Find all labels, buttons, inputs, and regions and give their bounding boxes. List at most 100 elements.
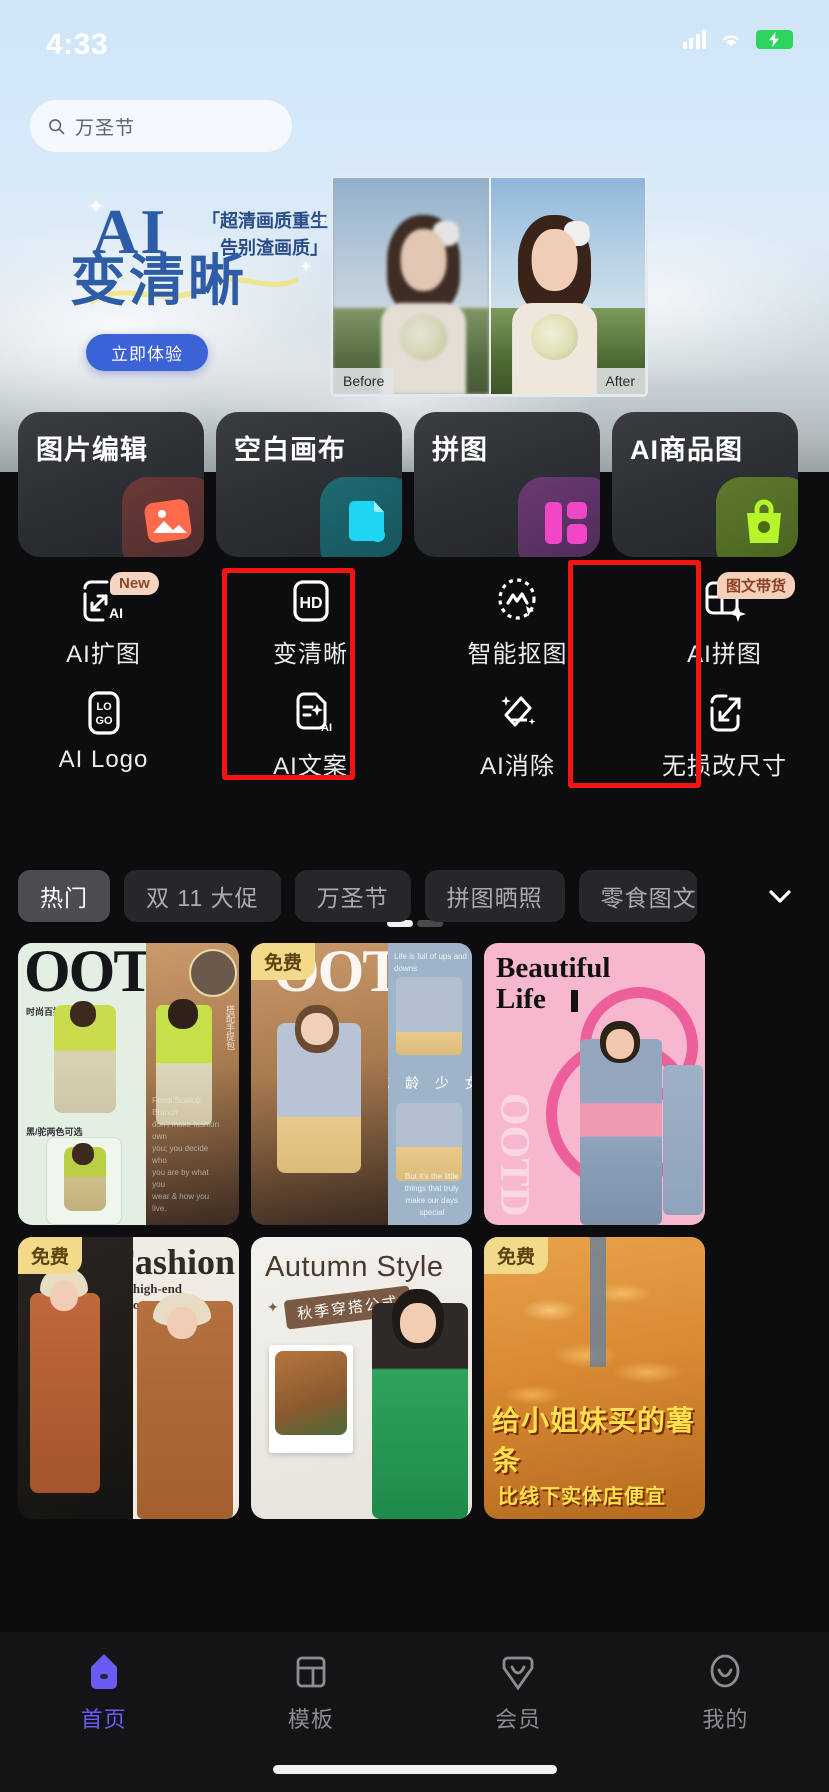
- template-title: Autumn Style: [265, 1251, 444, 1283]
- lossless-resize-icon: [700, 684, 750, 742]
- logo-icon: LO GO: [79, 684, 129, 742]
- free-badge: 免费: [251, 943, 316, 980]
- chip-snack-promo[interactable]: 零食图文带货: [578, 870, 697, 922]
- collage-icon: [518, 477, 600, 557]
- template-title-line2: Life: [496, 982, 546, 1015]
- tool-label: AI扩图: [66, 641, 141, 668]
- banner-before-after-image[interactable]: Before After: [330, 175, 648, 397]
- free-badge: 免费: [484, 1237, 549, 1274]
- template-title: Beautiful Life: [496, 953, 610, 1014]
- feature-card-collage[interactable]: 拼图: [414, 412, 600, 557]
- blank-canvas-icon: [320, 477, 402, 557]
- after-label: After: [595, 368, 645, 394]
- feature-card-ai-product[interactable]: AI商品图: [612, 412, 798, 557]
- home-icon: [90, 1654, 117, 1689]
- tool-label: AI拼图: [687, 641, 762, 668]
- svg-text:AI: AI: [109, 605, 123, 621]
- template-ghost-text: OOTD: [491, 1093, 537, 1217]
- tool-label: 无损改尺寸: [662, 753, 787, 780]
- tool-smart-cutout[interactable]: 智能抠图: [414, 566, 621, 678]
- feature-card-row: 图片编辑 空白画布 拼图 AI商品图: [18, 412, 798, 557]
- template-card[interactable]: 免费 Fashion high-end outerwear: [18, 1237, 239, 1519]
- tools-row-2: LO GO AI Logo AI AI文案 AI消除 无损改尺寸: [0, 678, 829, 790]
- sparkle-icon: ✦: [300, 258, 312, 274]
- feature-card-label: AI商品图: [630, 435, 743, 465]
- status-bar-icons: [682, 30, 793, 49]
- svg-text:HD: HD: [299, 595, 322, 612]
- battery-charging-icon: [756, 30, 793, 49]
- template-card[interactable]: 免费 OOTD Life is full of ups and downs 减 …: [251, 943, 472, 1225]
- image-edit-icon: [122, 477, 204, 557]
- template-card[interactable]: Beautiful Life OOTD: [484, 943, 705, 1225]
- template-title-line1: Beautiful: [496, 952, 611, 984]
- free-badge: 免费: [18, 1237, 83, 1274]
- chip-hot[interactable]: 热门: [18, 870, 110, 922]
- feature-card-blank-canvas[interactable]: 空白画布: [216, 412, 402, 557]
- tool-label: AI消除: [480, 753, 555, 780]
- tool-label: AI Logo: [58, 746, 149, 773]
- banner-after-half: [489, 178, 645, 394]
- template-eng-text: But it's the little things that truly ma…: [404, 1172, 459, 1217]
- status-bar-time: 4:33: [46, 28, 109, 61]
- tool-ai-collage[interactable]: 图文带货 AI拼图: [621, 566, 828, 678]
- chip-double11[interactable]: 双 11 大促: [124, 870, 281, 922]
- smart-cutout-icon: [493, 572, 543, 630]
- banner-title-cn: 变清晰: [70, 249, 247, 312]
- svg-text:GO: GO: [95, 715, 113, 727]
- banner-cta-button[interactable]: 立即体验: [86, 334, 208, 371]
- nav-label: 首页: [80, 1707, 127, 1732]
- sparkle-icon: ✦: [88, 197, 104, 218]
- template-card[interactable]: Autumn Style 秋季穿搭公式 ✦ ✦: [251, 1237, 472, 1519]
- nav-item-profile[interactable]: 我的: [622, 1650, 829, 1734]
- before-after-divider: [489, 178, 491, 394]
- search-input[interactable]: 万圣节: [30, 100, 292, 152]
- nav-label: 会员: [495, 1707, 542, 1732]
- nav-item-vip[interactable]: 会员: [415, 1650, 622, 1734]
- template-title: Fashion: [133, 1242, 235, 1282]
- template-card[interactable]: 免费 给小姐妹买的薯条 比线下实体店便宜: [484, 1237, 705, 1519]
- search-placeholder: 万圣节: [75, 117, 136, 139]
- feature-card-label: 图片编辑: [36, 435, 148, 465]
- tool-lossless-resize[interactable]: 无损改尺寸: [621, 678, 828, 790]
- tools-grid: New AI AI扩图 HD 变清晰 智能抠图 图文带货 AI拼图 LO GO …: [0, 566, 829, 790]
- feature-card-image-edit[interactable]: 图片编辑: [18, 412, 204, 557]
- template-title: 给小姐妹买的薯条: [492, 1405, 696, 1476]
- nav-item-home[interactable]: 首页: [0, 1650, 207, 1734]
- nav-label: 模板: [287, 1707, 334, 1732]
- tool-ai-eraser[interactable]: AI消除: [414, 678, 621, 790]
- tool-ai-logo[interactable]: LO GO AI Logo: [0, 678, 207, 790]
- tool-ai-copywriting[interactable]: AI AI文案: [207, 678, 414, 790]
- template-title: OOTD: [24, 943, 147, 1004]
- hd-icon: HD: [286, 572, 336, 630]
- tools-row-1: New AI AI扩图 HD 变清晰 智能抠图 图文带货 AI拼图: [0, 566, 829, 678]
- template-card[interactable]: OOTD 时尚百搭单品 黑/驼两色可选 搭配手提包 Fendi Scallop …: [18, 943, 239, 1225]
- chip-halloween[interactable]: 万圣节: [294, 870, 411, 922]
- ai-copywriting-icon: AI: [286, 684, 336, 742]
- tool-label: AI文案: [273, 753, 348, 780]
- chevron-down-icon[interactable]: [766, 884, 794, 908]
- status-bar: 4:33: [0, 0, 829, 80]
- new-badge: New: [110, 572, 159, 595]
- promo-badge: 图文带货: [717, 572, 796, 599]
- ai-product-icon: [716, 477, 798, 557]
- feature-card-label: 拼图: [432, 435, 488, 465]
- tool-hd-enhance[interactable]: HD 变清晰: [207, 566, 414, 678]
- vip-icon: [502, 1656, 534, 1691]
- chip-collage-photos[interactable]: 拼图晒照: [424, 870, 565, 922]
- svg-text:LO: LO: [96, 701, 112, 713]
- nav-label: 我的: [702, 1707, 749, 1732]
- nav-item-template[interactable]: 模板: [207, 1650, 414, 1734]
- before-label: Before: [333, 368, 395, 394]
- tool-ai-expand[interactable]: New AI AI扩图: [0, 566, 207, 678]
- template-side-text: 搭配手提包: [224, 1005, 235, 1050]
- app-screen: 4:33 万圣节 AI 「超清画质重生 告别渣画质」 变清晰 ✦ ✦ ✦ 立即体…: [0, 0, 829, 1792]
- template-ribbon: 减 龄 少 女: [388, 1074, 472, 1091]
- template-icon: [296, 1656, 326, 1688]
- ai-eraser-icon: [493, 684, 543, 742]
- bottom-navigation: 首页 模板 会员 我的: [0, 1632, 829, 1792]
- banner-before-half: [333, 178, 489, 394]
- template-grid: OOTD 时尚百搭单品 黑/驼两色可选 搭配手提包 Fendi Scallop …: [18, 943, 811, 1519]
- sparkle-icon: ✦: [318, 214, 329, 228]
- hero-banner[interactable]: 4:33 万圣节 AI 「超清画质重生 告别渣画质」 变清晰 ✦ ✦ ✦ 立即体…: [0, 0, 829, 472]
- feature-card-label: 空白画布: [234, 435, 346, 465]
